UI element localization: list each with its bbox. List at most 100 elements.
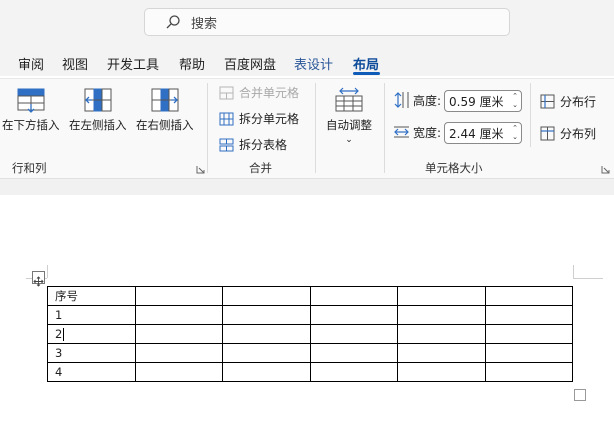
split-cells-button[interactable]: 拆分单元格 <box>219 110 299 127</box>
width-label: 宽度: <box>413 125 442 140</box>
insert-below-button[interactable]: 在下方插入 <box>2 87 60 133</box>
table-row: 3 <box>47 343 573 363</box>
autofit-label: 自动调整 <box>326 118 372 132</box>
width-spinner[interactable]: ⌃ ⌄ <box>512 124 518 142</box>
group-separator <box>315 83 316 173</box>
table-row: 序号 <box>47 286 573 306</box>
height-value: 0.59 厘米 <box>449 94 504 109</box>
table-cell[interactable]: 2 <box>47 324 136 344</box>
ribbon-panel: 在下方插入 在左侧插入 在右侧插入 行和列 合并单元格 拆分单元格 拆分表格 合… <box>0 78 614 179</box>
table-resize-handle[interactable] <box>574 389 586 401</box>
insert-right-button[interactable]: 在右侧插入 <box>136 87 194 133</box>
group-separator <box>207 83 208 173</box>
insert-below-label: 在下方插入 <box>2 118 60 132</box>
table-cell[interactable] <box>484 362 573 382</box>
header-cell-text: 序号 <box>55 289 78 303</box>
table-cell[interactable]: 4 <box>47 362 136 382</box>
table-row: 2 <box>47 324 573 344</box>
table-cell[interactable] <box>222 324 311 344</box>
height-field-label: 高度: <box>393 91 441 109</box>
merge-cells-icon <box>219 86 234 99</box>
group-label-cell-size: 单元格大小 <box>425 161 483 175</box>
height-input[interactable]: 0.59 厘米 ⌃ ⌄ <box>444 90 522 112</box>
table-cell[interactable] <box>397 286 486 306</box>
group-separator <box>530 83 531 147</box>
insert-right-label: 在右侧插入 <box>136 118 194 132</box>
tab-layout[interactable]: 布局 <box>353 54 379 73</box>
title-bar: 搜索 <box>0 0 614 48</box>
split-table-label: 拆分表格 <box>239 138 288 152</box>
search-box[interactable]: 搜索 <box>144 8 510 36</box>
tab-baidu-netdisk[interactable]: 百度网盘 <box>224 54 276 73</box>
text-cursor <box>63 328 65 341</box>
table-cell[interactable] <box>134 324 223 344</box>
row-number: 3 <box>55 346 63 360</box>
table-cell[interactable] <box>222 362 311 382</box>
autofit-button[interactable]: 自动调整 ⌄ <box>326 87 372 145</box>
group-separator <box>384 83 385 173</box>
split-table-button[interactable]: 拆分表格 <box>219 136 287 153</box>
table-cell[interactable]: 1 <box>47 305 136 325</box>
table-row: 1 <box>47 305 573 325</box>
table-cell[interactable] <box>134 286 223 306</box>
row-number: 1 <box>55 308 63 322</box>
distribute-rows-label: 分布行 <box>560 95 597 109</box>
dialog-launcher-icon[interactable] <box>196 165 205 174</box>
table-cell[interactable] <box>309 343 398 363</box>
column-width-icon <box>394 126 409 138</box>
table-cell[interactable] <box>309 305 398 325</box>
distribute-columns-icon <box>540 126 555 141</box>
width-input[interactable]: 2.44 厘米 ⌃ ⌄ <box>444 122 522 144</box>
table-move-handle[interactable] <box>32 271 45 287</box>
table-cell[interactable] <box>309 324 398 344</box>
table-cell[interactable] <box>309 362 398 382</box>
dialog-launcher-icon[interactable] <box>601 165 610 174</box>
width-field-label: 宽度: <box>393 123 441 141</box>
table-cell[interactable] <box>134 305 223 325</box>
group-label-merge: 合并 <box>249 161 272 175</box>
merge-cells-button[interactable]: 合并单元格 <box>219 84 299 101</box>
tab-table-design[interactable]: 表设计 <box>294 54 333 73</box>
distribute-columns-label: 分布列 <box>560 127 597 141</box>
table-cell[interactable] <box>484 305 573 325</box>
table-cell[interactable] <box>134 343 223 363</box>
distribute-rows-icon <box>540 94 555 109</box>
ribbon-tabs: 审阅 视图 开发工具 帮助 百度网盘 表设计 布局 <box>0 48 614 76</box>
tab-help[interactable]: 帮助 <box>179 54 205 73</box>
table-cell[interactable] <box>222 343 311 363</box>
table-cell[interactable] <box>484 343 573 363</box>
tab-review[interactable]: 审阅 <box>18 54 44 73</box>
active-tab-indicator <box>353 72 380 75</box>
insert-left-icon <box>84 88 112 112</box>
search-icon <box>166 15 180 29</box>
table-cell[interactable] <box>397 362 486 382</box>
table-cell[interactable] <box>397 324 486 344</box>
table-cell[interactable] <box>397 343 486 363</box>
document-table[interactable]: 序号 1 2 3 4 <box>47 286 573 382</box>
table-cell[interactable] <box>484 286 573 306</box>
height-spinner[interactable]: ⌃ ⌄ <box>512 92 518 110</box>
table-cell[interactable] <box>222 286 311 306</box>
tab-view[interactable]: 视图 <box>62 54 88 73</box>
table-cell[interactable] <box>134 362 223 382</box>
group-label-rows-cols: 行和列 <box>12 161 47 175</box>
margin-guide <box>573 278 603 279</box>
split-table-icon <box>219 138 234 151</box>
split-cells-icon <box>219 112 234 125</box>
table-cell[interactable]: 序号 <box>47 286 136 306</box>
autofit-icon <box>335 87 363 112</box>
move-arrows-icon <box>33 276 44 287</box>
table-cell[interactable] <box>397 305 486 325</box>
table-cell[interactable]: 3 <box>47 343 136 363</box>
tab-developer[interactable]: 开发工具 <box>107 54 159 73</box>
table-cell[interactable] <box>309 286 398 306</box>
distribute-rows-button[interactable]: 分布行 <box>540 93 596 110</box>
table-cell[interactable] <box>222 305 311 325</box>
row-number: 4 <box>55 365 63 379</box>
height-label: 高度: <box>413 93 442 108</box>
insert-left-button[interactable]: 在左侧插入 <box>69 87 127 133</box>
margin-guide <box>47 265 48 278</box>
table-cell[interactable] <box>484 324 573 344</box>
insert-below-icon <box>17 88 45 113</box>
distribute-columns-button[interactable]: 分布列 <box>540 125 596 142</box>
